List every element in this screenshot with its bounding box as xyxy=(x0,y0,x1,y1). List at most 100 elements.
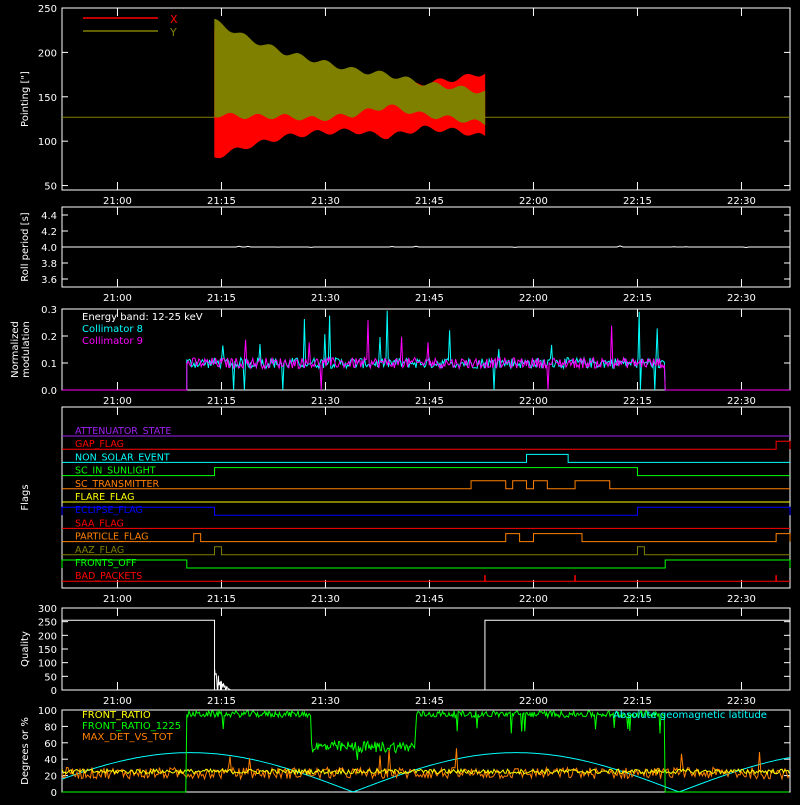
panel-pointing: 50 100 150 200 250 21:00 21:15 21:30 21:45 22:00 2… xyxy=(20,4,791,207)
hessi-quicklook-chart: 50 100 150 200 250 21:00 21:15 21:30 21:45 22:00 2… xyxy=(0,0,800,800)
y-tick-label: 0.0 xyxy=(41,386,57,397)
x-tick-label: 21:45 xyxy=(415,594,444,605)
x-tick-label: 22:30 xyxy=(727,594,756,605)
flag-line xyxy=(62,453,790,463)
legend-label: MAX_DET_VS_TOT xyxy=(82,732,174,743)
y-tick-label: 0 xyxy=(51,788,57,799)
x-tick-label: 21:45 xyxy=(415,396,444,407)
panel-quality: 0 50 100 150 200 250 300 21:00 21:15 21:30 21:45 22… xyxy=(20,604,791,707)
y-tick-label: 50 xyxy=(44,672,57,683)
chart-svg: 5010015020025021:00 21:15 21:30 21:45 22:00 2… xyxy=(10,4,791,799)
y-tick-label: 0.1 xyxy=(41,359,57,370)
x-tick-label: 22:30 xyxy=(727,196,756,207)
x-tick-label: 21:15 xyxy=(207,594,236,605)
x-tick-label: 21:30 xyxy=(311,594,340,605)
annotation: Collimator 8 xyxy=(82,324,143,335)
y-axis-label: Quality xyxy=(20,631,31,667)
y-axis-label: Flags xyxy=(20,484,31,510)
y-tick-label: 250 xyxy=(38,4,57,15)
x-tick-label: 21:15 xyxy=(207,196,236,207)
flag-line xyxy=(61,559,791,569)
flag-line xyxy=(62,440,791,450)
annotation: Energy band: 12-25 keV xyxy=(82,312,203,323)
series-collimator-9 xyxy=(62,320,790,391)
flag-label: GAP_FLAG xyxy=(75,439,124,450)
x-tick-label: 22:15 xyxy=(623,594,652,605)
x-tick-label: 21:00 xyxy=(103,293,132,304)
flag-label: ATTENUATOR_STATE xyxy=(75,426,171,437)
panel-ratios: 0 20 40 60 80 100 Degrees or % FRONT_RATIOFRONT… xyxy=(20,706,791,799)
x-tick-label: 22:15 xyxy=(623,396,652,407)
x-tick-label: 21:00 xyxy=(103,196,132,207)
x-tick-label: 22:15 xyxy=(623,196,652,207)
y-tick-label: 3.6 xyxy=(41,275,57,286)
y-tick-label: 100 xyxy=(38,706,57,717)
legend-label: Absolute geomagnetic latitude xyxy=(613,710,767,721)
legend-label: FRONT_RATIO xyxy=(82,710,151,721)
y-tick-label: 0.2 xyxy=(41,332,57,343)
annotation: Collimator 9 xyxy=(82,336,143,347)
y-tick-label: 4.2 xyxy=(41,227,57,238)
x-tick-label: 21:45 xyxy=(415,293,444,304)
y-tick-label: 80 xyxy=(44,722,57,733)
y-tick-label: 0.3 xyxy=(41,305,57,316)
x-tick-label: 21:00 xyxy=(103,696,132,707)
x-tick-label: 21:30 xyxy=(311,396,340,407)
y-tick-label: 4.0 xyxy=(41,243,57,254)
x-tick-label: 21:30 xyxy=(311,293,340,304)
x-tick-label: 21:15 xyxy=(207,696,236,707)
y-axis-label: Pointing ["] xyxy=(20,71,31,127)
flag-label: NON_SOLAR_EVENT xyxy=(75,452,170,463)
y-tick-label: 60 xyxy=(44,739,57,750)
x-tick-label: 22:30 xyxy=(727,396,756,407)
flag-line xyxy=(62,467,790,477)
panel-modulation: 0.0 0.1 0.2 0.3 21:00 21:15 21:30 21:45 22:00 22:… xyxy=(10,305,791,407)
flag-line xyxy=(62,533,791,543)
y-tick-label: 150 xyxy=(38,645,57,656)
x-tick-label: 22:30 xyxy=(727,696,756,707)
x-tick-label: 22:15 xyxy=(623,293,652,304)
flag-label: AAZ_FLAG xyxy=(75,545,124,556)
y-tick-label: 300 xyxy=(38,604,57,615)
flag-label: PARTICLE_FLAG xyxy=(75,532,148,543)
x-tick-label: 22:30 xyxy=(727,293,756,304)
y-tick-label: 250 xyxy=(38,618,57,629)
flag-line xyxy=(62,546,790,556)
y-tick-label: 50 xyxy=(44,182,57,193)
quality-line xyxy=(62,619,790,691)
x-tick-label: 22:00 xyxy=(519,196,548,207)
y-tick-label: 200 xyxy=(38,631,57,642)
x-tick-label: 21:15 xyxy=(207,396,236,407)
y-tick-label: 200 xyxy=(38,48,57,59)
flag-label: SC_TRANSMITTER xyxy=(75,479,160,490)
y-tick-label: 150 xyxy=(38,93,57,104)
flag-line xyxy=(61,506,791,516)
flag-label: SC_IN_SUNLIGHT xyxy=(75,466,156,477)
x-tick-label: 21:45 xyxy=(415,696,444,707)
flag-label: BAD_PACKETS xyxy=(75,571,142,582)
panel-flags: 21:00 21:15 21:30 21:45 22:00 22:15 22:30 Flags… xyxy=(20,406,791,605)
y-tick-label: 100 xyxy=(38,137,57,148)
y-tick-label: 0 xyxy=(51,686,57,697)
y-tick-label: 40 xyxy=(44,755,57,766)
x-tick-label: 21:00 xyxy=(103,594,132,605)
panel-roll: 3.6 3.8 4.0 4.2 4.4 21:00 21:15 21:30 21:45 22:00… xyxy=(20,206,791,304)
legend-label: Y xyxy=(169,26,177,39)
x-tick-label: 22:00 xyxy=(519,396,548,407)
y-tick-label: 20 xyxy=(44,772,57,783)
x-tick-label: 22:15 xyxy=(623,696,652,707)
roll-period-line xyxy=(62,245,788,248)
x-tick-label: 21:15 xyxy=(207,293,236,304)
x-tick-label: 21:45 xyxy=(415,196,444,207)
y-tick-label: 3.8 xyxy=(41,259,57,270)
x-tick-label: 21:30 xyxy=(311,196,340,207)
y-tick-label: 4.4 xyxy=(41,211,57,222)
legend-label: FRONT_RATIO_1225 xyxy=(82,721,181,732)
y-axis-label: Normalized xyxy=(10,321,21,378)
flag-label: FLARE_FLAG xyxy=(75,492,135,503)
x-tick-label: 21:00 xyxy=(103,396,132,407)
x-tick-label: 22:00 xyxy=(519,293,548,304)
y-axis-label: Roll period [s] xyxy=(20,212,31,281)
flag-label: SAA_FLAG xyxy=(75,518,124,529)
legend-label: X xyxy=(170,13,178,26)
